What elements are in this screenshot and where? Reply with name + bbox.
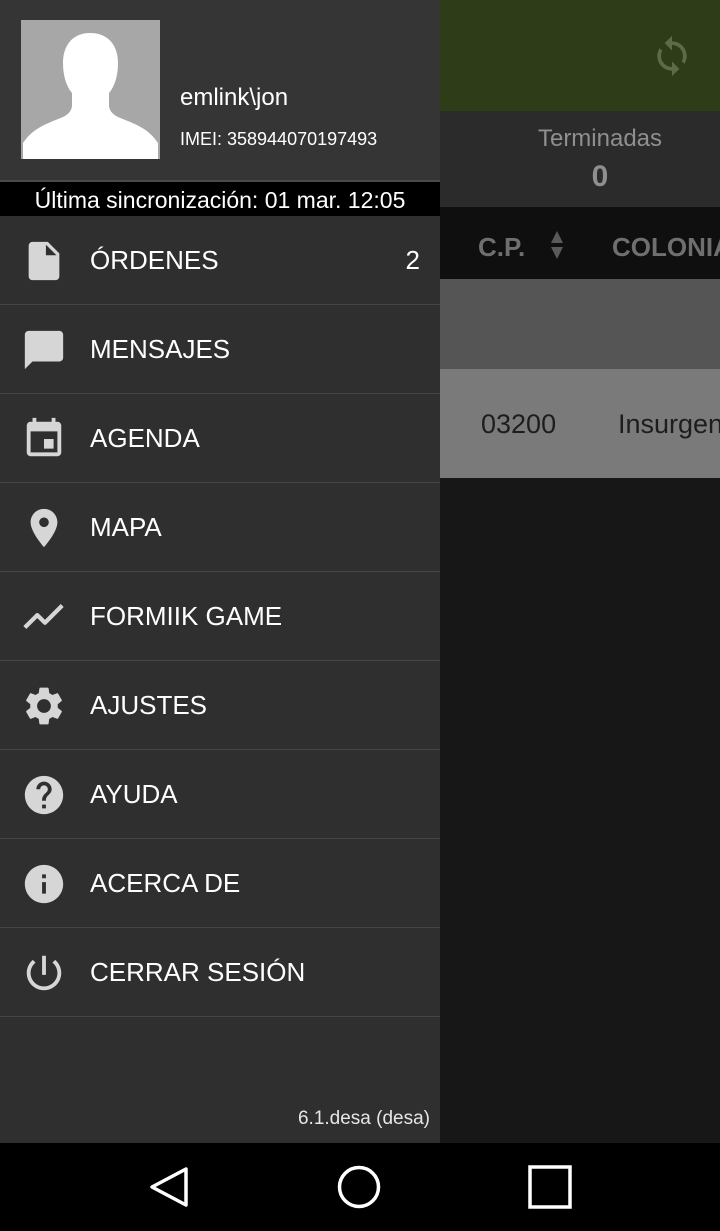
drawer-menu: ÓRDENES 2 MENSAJES AGENDA MAPA FORMIIK G… [0, 216, 440, 1017]
system-nav-bar [0, 1143, 720, 1231]
menu-label: MENSAJES [90, 334, 231, 364]
menu-item-formiik-game[interactable]: FORMIIK GAME [0, 572, 440, 661]
sync-icon[interactable] [650, 34, 694, 78]
menu-item-cerrar-sesion[interactable]: CERRAR SESIÓN [0, 928, 440, 1017]
gear-icon [21, 683, 67, 729]
menu-label: CERRAR SESIÓN [90, 957, 306, 987]
menu-item-mensajes[interactable]: MENSAJES [0, 305, 440, 394]
column-header-colonia[interactable]: COLONIA [612, 232, 720, 263]
sort-icon[interactable] [549, 229, 565, 261]
menu-label: ACERCA DE [90, 868, 241, 898]
map-pin-icon [21, 505, 67, 551]
menu-label: AJUSTES [90, 690, 208, 720]
menu-label: MAPA [90, 512, 162, 542]
sync-status-bar: Última sincronización: 01 mar. 12:05 [0, 180, 440, 216]
menu-label: ÓRDENES [90, 245, 219, 275]
imei-text: IMEI: 358944070197493 [180, 129, 378, 149]
menu-label: FORMIIK GAME [90, 601, 283, 631]
menu-label: AYUDA [90, 779, 178, 809]
menu-item-ayuda[interactable]: AYUDA [0, 750, 440, 839]
recents-icon[interactable] [526, 1163, 574, 1211]
username: emlink\jon [180, 84, 289, 111]
menu-item-agenda[interactable]: AGENDA [0, 394, 440, 483]
info-icon [21, 861, 67, 907]
last-sync-text: Última sincronización: 01 mar. 12:05 [34, 187, 406, 213]
orders-count-badge: 2 [405, 245, 420, 275]
avatar [21, 20, 160, 159]
menu-item-ordenes[interactable]: ÓRDENES 2 [0, 216, 440, 305]
calendar-icon [21, 416, 67, 462]
trend-icon [21, 594, 67, 640]
table-cell-cp: 03200 [481, 409, 557, 439]
menu-label: AGENDA [90, 423, 200, 453]
column-header-cp[interactable]: C.P. [478, 232, 525, 263]
menu-item-ajustes[interactable]: AJUSTES [0, 661, 440, 750]
home-icon[interactable] [335, 1163, 383, 1211]
power-icon [21, 950, 67, 996]
table-cell-colonia: Insurgen [618, 409, 720, 439]
help-icon [21, 772, 67, 818]
stat-label: Terminadas [537, 125, 663, 152]
back-icon[interactable] [146, 1163, 194, 1211]
document-icon [21, 238, 67, 284]
version-label: 6.1.desa (desa) [297, 1108, 430, 1129]
profile-header: emlink\jon IMEI: 358944070197493 [0, 0, 440, 180]
menu-item-mapa[interactable]: MAPA [0, 483, 440, 572]
menu-item-acerca-de[interactable]: ACERCA DE [0, 839, 440, 928]
navigation-drawer: emlink\jon IMEI: 358944070197493 Última … [0, 0, 440, 1143]
stat-value: 0 [591, 160, 609, 193]
message-icon [21, 327, 67, 373]
